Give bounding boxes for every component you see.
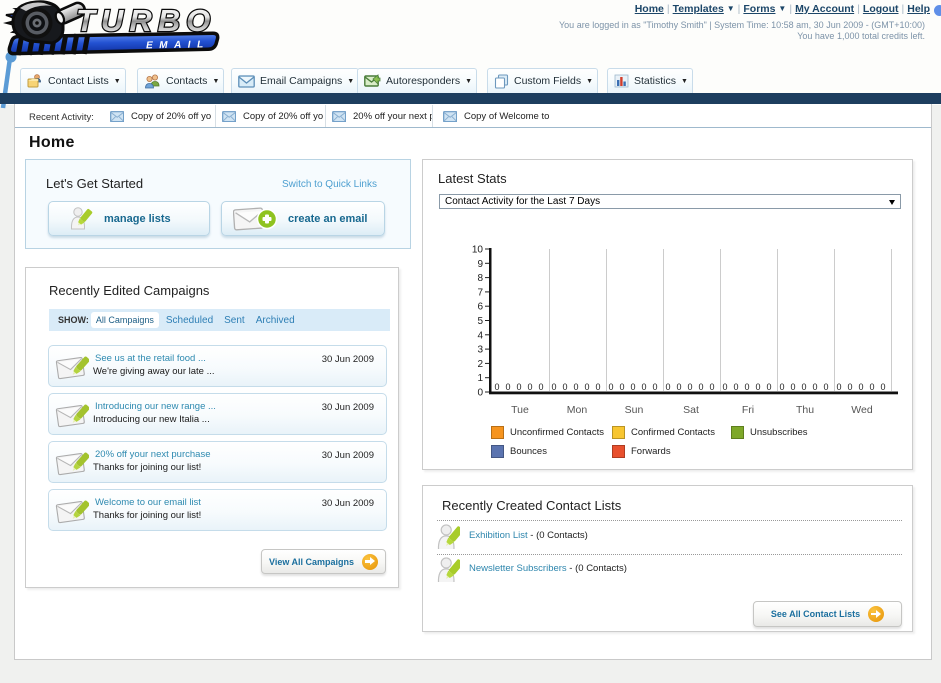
- svg-text:0: 0: [779, 382, 784, 392]
- svg-text:0: 0: [652, 382, 657, 392]
- svg-text:3: 3: [477, 345, 483, 356]
- svg-text:Thu: Thu: [796, 404, 814, 416]
- svg-text:0: 0: [505, 382, 510, 392]
- svg-text:0: 0: [836, 382, 841, 392]
- svg-text:Fri: Fri: [742, 404, 754, 416]
- svg-text:0: 0: [608, 382, 613, 392]
- svg-text:9: 9: [477, 259, 483, 270]
- svg-text:0: 0: [527, 382, 532, 392]
- svg-text:0: 0: [538, 382, 543, 392]
- svg-text:0: 0: [709, 382, 714, 392]
- svg-text:6: 6: [477, 302, 483, 313]
- svg-text:0: 0: [516, 382, 521, 392]
- svg-text:0: 0: [630, 382, 635, 392]
- svg-text:Sat: Sat: [683, 404, 699, 416]
- svg-text:TURBO: TURBO: [76, 3, 216, 38]
- svg-text:EMAIL: EMAIL: [146, 39, 210, 51]
- svg-text:0: 0: [801, 382, 806, 392]
- svg-text:0: 0: [687, 382, 692, 392]
- svg-text:0: 0: [790, 382, 795, 392]
- svg-text:0: 0: [584, 382, 589, 392]
- svg-text:0: 0: [562, 382, 567, 392]
- svg-text:2: 2: [477, 359, 483, 370]
- svg-text:0: 0: [823, 382, 828, 392]
- svg-text:Tue: Tue: [511, 404, 529, 416]
- svg-text:0: 0: [551, 382, 556, 392]
- svg-text:0: 0: [494, 382, 499, 392]
- svg-text:0: 0: [812, 382, 817, 392]
- svg-text:0: 0: [755, 382, 760, 392]
- svg-text:0: 0: [595, 382, 600, 392]
- svg-text:0: 0: [698, 382, 703, 392]
- svg-text:0: 0: [858, 382, 863, 392]
- svg-text:0: 0: [722, 382, 727, 392]
- svg-text:0: 0: [847, 382, 852, 392]
- svg-text:8: 8: [477, 273, 483, 284]
- svg-text:Wed: Wed: [851, 404, 873, 416]
- svg-text:0: 0: [733, 382, 738, 392]
- svg-text:Mon: Mon: [567, 404, 588, 416]
- svg-text:Sun: Sun: [625, 404, 644, 416]
- svg-text:0: 0: [619, 382, 624, 392]
- svg-text:7: 7: [477, 287, 483, 298]
- svg-text:5: 5: [477, 316, 483, 327]
- svg-text:10: 10: [472, 245, 484, 256]
- svg-text:0: 0: [641, 382, 646, 392]
- svg-text:0: 0: [869, 382, 874, 392]
- svg-text:4: 4: [477, 330, 483, 341]
- svg-text:0: 0: [665, 382, 670, 392]
- svg-text:0: 0: [573, 382, 578, 392]
- svg-text:0: 0: [676, 382, 681, 392]
- svg-text:0: 0: [744, 382, 749, 392]
- svg-text:0: 0: [880, 382, 885, 392]
- svg-text:0: 0: [766, 382, 771, 392]
- svg-text:1: 1: [477, 373, 483, 384]
- svg-text:0: 0: [477, 388, 483, 399]
